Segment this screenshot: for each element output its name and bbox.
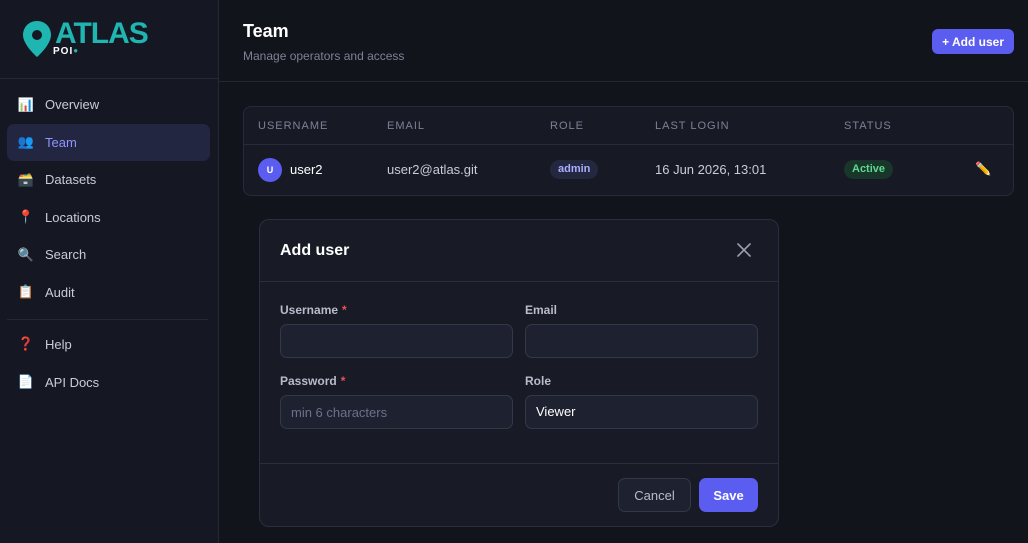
row-email: user2@atlas.git	[387, 162, 478, 177]
password-label-text: Password	[280, 374, 337, 388]
box-icon: 🗃️	[17, 171, 35, 187]
dialog-header: Add user	[260, 220, 778, 282]
sidebar-item-search[interactable]: 🔍 Search	[7, 236, 210, 273]
sidebar-nav: 📊 Overview 👥 Team 🗃️ Datasets 📍 Location…	[0, 79, 218, 401]
sidebar-item-label: Locations	[45, 209, 101, 225]
sidebar-item-label: Search	[45, 247, 87, 263]
column-header-email[interactable]: EMAIL	[387, 120, 425, 132]
logo[interactable]: ATLAS POI●	[0, 0, 218, 79]
sidebar-item-locations[interactable]: 📍 Locations	[7, 199, 210, 236]
page-title: Team	[243, 21, 289, 41]
team-table: USERNAME EMAIL ROLE LAST LOGIN STATUS U …	[243, 106, 1014, 196]
edit-pencil-icon[interactable]: ✏️	[975, 161, 991, 177]
page-subtitle: Manage operators and access	[243, 49, 405, 63]
cancel-button[interactable]: Cancel	[618, 478, 691, 512]
sidebar-item-audit[interactable]: 📋 Audit	[7, 274, 210, 311]
column-header-status[interactable]: STATUS	[844, 120, 892, 132]
required-mark: *	[340, 374, 346, 388]
question-icon: ❓	[17, 336, 35, 352]
sidebar-item-label: Team	[45, 134, 77, 150]
map-pin-logo-icon	[23, 21, 51, 57]
sidebar: ATLAS POI● 📊 Overview 👥 Team 🗃️ Datasets…	[0, 0, 219, 543]
status-badge: Active	[844, 160, 894, 179]
username-field[interactable]	[280, 324, 513, 358]
password-label: Password *	[280, 374, 345, 388]
email-field[interactable]	[525, 324, 758, 358]
save-button[interactable]: Save	[699, 478, 758, 512]
password-field[interactable]	[280, 395, 513, 429]
role-badge: admin	[550, 160, 599, 179]
sidebar-item-label: Help	[45, 336, 72, 352]
sidebar-item-help[interactable]: ❓ Help	[7, 326, 210, 363]
magnifier-icon: 🔍	[17, 246, 35, 262]
brand-sub-text: POI	[53, 46, 74, 57]
column-header-username[interactable]: USERNAME	[258, 120, 328, 132]
sidebar-item-datasets[interactable]: 🗃️ Datasets	[7, 161, 210, 198]
add-user-button[interactable]: + Add user	[932, 29, 1014, 54]
sidebar-item-label: API Docs	[45, 374, 100, 390]
sidebar-item-overview[interactable]: 📊 Overview	[7, 86, 210, 123]
sidebar-divider	[7, 318, 208, 320]
dialog-footer: Cancel Save	[260, 463, 778, 528]
column-header-last-login[interactable]: LAST LOGIN	[655, 120, 730, 132]
email-label: Email	[525, 303, 558, 317]
row-last-login: 16 Jun 2026, 13:01	[655, 162, 767, 177]
users-icon: 👥	[17, 134, 35, 150]
brand-sub: POI●	[53, 46, 79, 57]
table-row[interactable]: U user2 user2@atlas.git admin 16 Jun 202…	[244, 145, 1013, 195]
bar-chart-icon: 📊	[17, 96, 35, 112]
username-label-text: Username	[280, 303, 339, 317]
required-mark: *	[342, 303, 347, 317]
document-icon: 📄	[17, 374, 35, 390]
role-label: Role	[525, 374, 552, 388]
clipboard-icon: 📋	[17, 284, 35, 300]
page-header: Team Manage operators and access + Add u…	[219, 0, 1028, 82]
username-label: Username *	[280, 303, 347, 317]
brand-dot-icon: ●	[73, 46, 80, 55]
pin-icon: 📍	[17, 209, 35, 225]
add-user-dialog: Add user Username * Email Password * Role …	[259, 219, 779, 527]
sidebar-item-team[interactable]: 👥 Team	[7, 123, 210, 161]
close-icon[interactable]	[736, 242, 752, 258]
row-username: user2	[290, 162, 323, 177]
sidebar-item-label: Overview	[45, 97, 100, 112]
sidebar-item-api-docs[interactable]: 📄 API Docs	[7, 364, 210, 401]
sidebar-item-label: Datasets	[45, 172, 97, 188]
dialog-title: Add user	[280, 242, 350, 259]
avatar: U	[258, 158, 282, 182]
role-select[interactable]: Viewer	[525, 395, 758, 429]
column-header-role[interactable]: ROLE	[550, 120, 584, 132]
sidebar-item-label: Audit	[45, 284, 75, 300]
table-header: USERNAME EMAIL ROLE LAST LOGIN STATUS	[244, 107, 1013, 145]
